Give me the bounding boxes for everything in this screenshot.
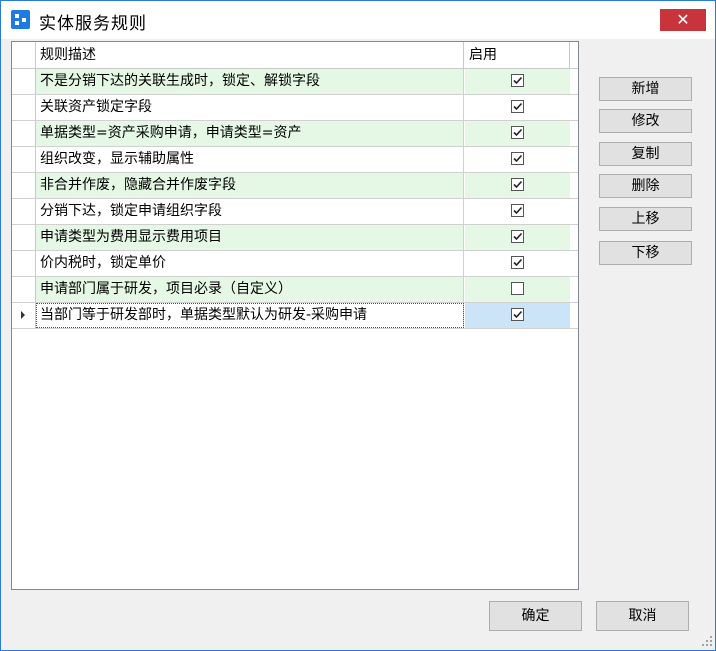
rule-description-cell[interactable]: 单据类型=资产采购申请，申请类型=资产 bbox=[36, 121, 464, 146]
rule-description-cell[interactable]: 当部门等于研发部时，单据类型默认为研发-采购申请 bbox=[36, 303, 464, 328]
ok-button[interactable]: 确定 bbox=[489, 601, 582, 631]
enabled-checkbox[interactable] bbox=[511, 178, 524, 191]
row-header-cell[interactable] bbox=[12, 173, 36, 198]
checkmark-icon bbox=[513, 180, 523, 189]
column-header-description[interactable]: 规则描述 bbox=[36, 42, 464, 68]
table-row[interactable]: 关联资产锁定字段 bbox=[12, 95, 578, 121]
cancel-button[interactable]: 取消 bbox=[596, 601, 689, 631]
table-row[interactable]: 申请部门属于研发，项目必录（自定义） bbox=[12, 277, 578, 303]
checkmark-icon bbox=[513, 310, 523, 319]
row-header-cell[interactable] bbox=[12, 303, 36, 328]
enabled-cell bbox=[465, 69, 570, 94]
enabled-cell bbox=[465, 225, 570, 250]
row-header-cell[interactable] bbox=[12, 277, 36, 302]
header-edge bbox=[570, 42, 578, 68]
enabled-cell bbox=[465, 95, 570, 120]
row-header-corner bbox=[12, 42, 36, 68]
rule-description-cell[interactable]: 申请部门属于研发，项目必录（自定义） bbox=[36, 277, 464, 302]
row-header-cell[interactable] bbox=[12, 121, 36, 146]
table-row[interactable]: 分销下达，锁定申请组织字段 bbox=[12, 199, 578, 225]
enabled-cell bbox=[465, 303, 570, 328]
copy-button[interactable]: 复制 bbox=[599, 142, 692, 166]
rules-grid[interactable]: 规则描述 启用 不是分销下达的关联生成时，锁定、解锁字段 关联资产锁定字段 单据类型… bbox=[11, 41, 579, 590]
enabled-cell bbox=[465, 121, 570, 146]
enabled-checkbox[interactable] bbox=[511, 282, 524, 295]
grid-header: 规则描述 启用 bbox=[12, 42, 578, 69]
move-down-button[interactable]: 下移 bbox=[599, 241, 692, 265]
enabled-cell bbox=[465, 147, 570, 172]
row-header-cell[interactable] bbox=[12, 199, 36, 224]
window-title: 实体服务规则 bbox=[39, 14, 147, 34]
close-button[interactable]: ✕ bbox=[660, 9, 706, 31]
rule-description-cell[interactable]: 组织改变，显示辅助属性 bbox=[36, 147, 464, 172]
checkmark-icon bbox=[513, 258, 523, 267]
table-row[interactable]: 当部门等于研发部时，单据类型默认为研发-采购申请 bbox=[12, 303, 578, 329]
checkmark-icon bbox=[513, 232, 523, 241]
table-row[interactable]: 非合并作废，隐藏合并作废字段 bbox=[12, 173, 578, 199]
checkmark-icon bbox=[513, 206, 523, 215]
enabled-checkbox[interactable] bbox=[511, 308, 524, 321]
rule-description-cell[interactable]: 分销下达，锁定申请组织字段 bbox=[36, 199, 464, 224]
checkmark-icon bbox=[513, 102, 523, 111]
column-header-enabled[interactable]: 启用 bbox=[465, 42, 570, 68]
enabled-checkbox[interactable] bbox=[511, 126, 524, 139]
row-header-cell[interactable] bbox=[12, 251, 36, 276]
row-header-cell[interactable] bbox=[12, 147, 36, 172]
checkmark-icon bbox=[513, 128, 523, 137]
edit-button[interactable]: 修改 bbox=[599, 109, 692, 133]
dialog-window: 实体服务规则 ✕ 规则描述 启用 不是分销下达的关联生成时，锁定、解锁字段 关联资… bbox=[0, 0, 716, 651]
current-row-arrow-icon bbox=[21, 311, 25, 319]
title-bar[interactable]: 实体服务规则 ✕ bbox=[1, 1, 715, 39]
delete-button[interactable]: 删除 bbox=[599, 174, 692, 198]
enabled-checkbox[interactable] bbox=[511, 204, 524, 217]
app-icon bbox=[11, 10, 30, 29]
resize-grip-icon[interactable] bbox=[701, 635, 713, 647]
enabled-checkbox[interactable] bbox=[511, 74, 524, 87]
enabled-checkbox[interactable] bbox=[511, 100, 524, 113]
add-button[interactable]: 新增 bbox=[599, 77, 692, 101]
rule-description-cell[interactable]: 申请类型为费用显示费用项目 bbox=[36, 225, 464, 250]
rule-description-cell[interactable]: 价内税时，锁定单价 bbox=[36, 251, 464, 276]
enabled-cell bbox=[465, 199, 570, 224]
row-header-cell[interactable] bbox=[12, 95, 36, 120]
enabled-cell bbox=[465, 173, 570, 198]
table-row[interactable]: 单据类型=资产采购申请，申请类型=资产 bbox=[12, 121, 578, 147]
enabled-checkbox[interactable] bbox=[511, 152, 524, 165]
move-up-button[interactable]: 上移 bbox=[599, 207, 692, 231]
checkmark-icon bbox=[513, 154, 523, 163]
table-row[interactable]: 组织改变，显示辅助属性 bbox=[12, 147, 578, 173]
table-row[interactable]: 不是分销下达的关联生成时，锁定、解锁字段 bbox=[12, 69, 578, 95]
enabled-checkbox[interactable] bbox=[511, 256, 524, 269]
rule-description-cell[interactable]: 关联资产锁定字段 bbox=[36, 95, 464, 120]
row-header-cell[interactable] bbox=[12, 225, 36, 250]
table-row[interactable]: 价内税时，锁定单价 bbox=[12, 251, 578, 277]
rule-description-cell[interactable]: 非合并作废，隐藏合并作废字段 bbox=[36, 173, 464, 198]
enabled-checkbox[interactable] bbox=[511, 230, 524, 243]
enabled-cell bbox=[465, 251, 570, 276]
table-row[interactable]: 申请类型为费用显示费用项目 bbox=[12, 225, 578, 251]
row-header-cell[interactable] bbox=[12, 69, 36, 94]
rule-description-cell[interactable]: 不是分销下达的关联生成时，锁定、解锁字段 bbox=[36, 69, 464, 94]
enabled-cell bbox=[465, 277, 570, 302]
checkmark-icon bbox=[513, 76, 523, 85]
